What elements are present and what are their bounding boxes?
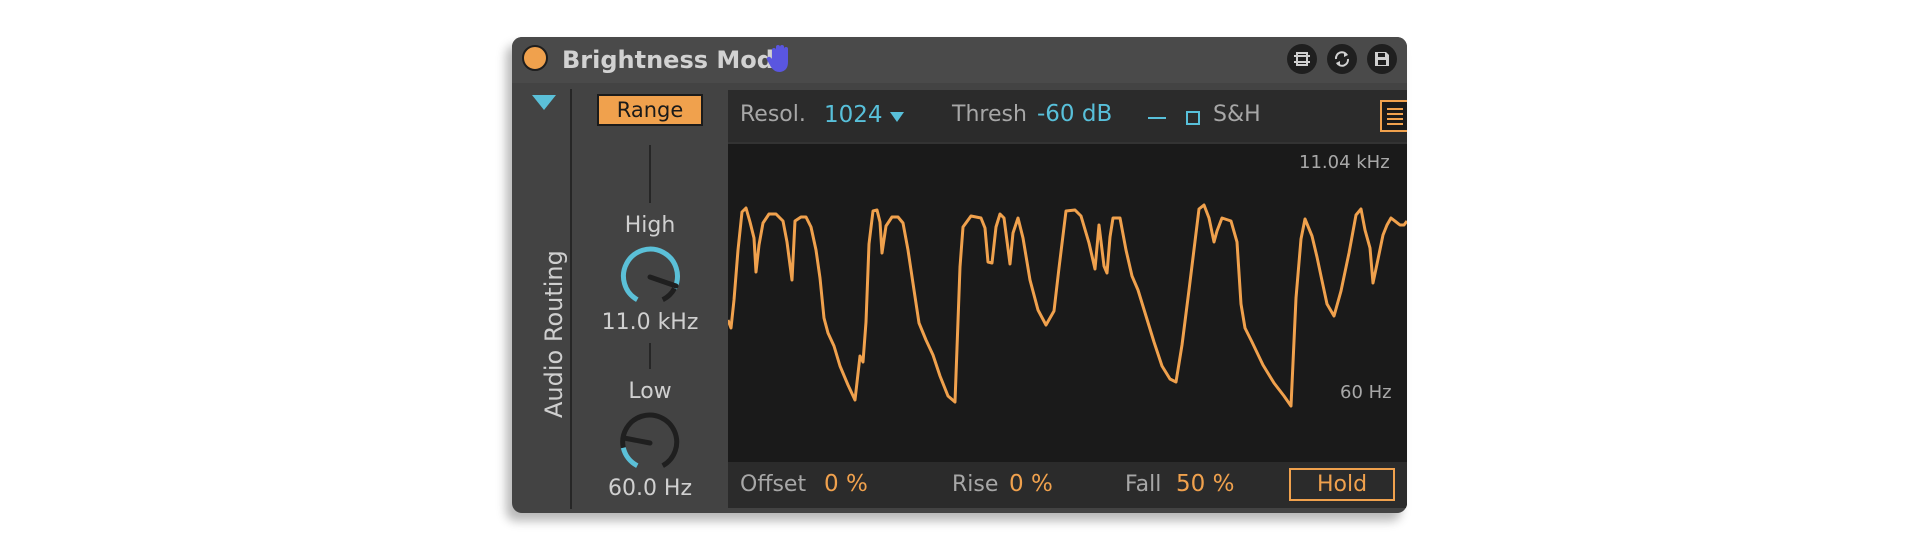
- low-frequency-knob[interactable]: [615, 408, 685, 478]
- hot-swap-button[interactable]: [1287, 44, 1317, 74]
- collapse-arrow-icon[interactable]: [532, 95, 556, 110]
- range-connector-top: [649, 145, 651, 203]
- resolution-dropdown[interactable]: 1024: [824, 102, 883, 128]
- hand-icon[interactable]: [765, 43, 795, 75]
- fall-value[interactable]: 50 %: [1176, 471, 1234, 497]
- display-menu-button[interactable]: [1380, 100, 1407, 132]
- brightness-mod-device: Brightness Mod Audio Routing Range High …: [512, 37, 1407, 513]
- offset-label: Offset: [740, 472, 807, 497]
- rise-label: Rise: [952, 472, 999, 497]
- resolution-label: Resol.: [740, 102, 806, 127]
- chevron-down-icon[interactable]: [890, 112, 904, 122]
- hold-button[interactable]: Hold: [1289, 468, 1395, 501]
- low-knob-label: Low: [628, 379, 672, 404]
- device-title: Brightness Mod: [562, 46, 774, 74]
- plot-max-label: 11.04 kHz: [1299, 152, 1390, 173]
- device-titlebar: Brightness Mod: [512, 37, 1407, 83]
- display-bottom-bar: Offset 0 % Rise 0 % Fall 50 % Hold: [728, 462, 1407, 508]
- plot-min-label: 60 Hz: [1340, 382, 1392, 403]
- rise-value[interactable]: 0 %: [1009, 471, 1053, 497]
- refresh-button[interactable]: [1327, 44, 1357, 74]
- spectrum-display: Resol. 1024 Thresh -60 dB S&H 11.04 kHz …: [728, 90, 1407, 508]
- range-connector-bottom: [649, 343, 651, 369]
- display-toolbar: Resol. 1024 Thresh -60 dB S&H: [728, 90, 1407, 142]
- threshold-label: Thresh: [952, 102, 1027, 127]
- refresh-icon: [1334, 51, 1350, 67]
- save-button[interactable]: [1367, 44, 1397, 74]
- sample-hold-label: S&H: [1213, 102, 1261, 127]
- high-knob-label: High: [624, 213, 676, 238]
- fall-label: Fall: [1125, 472, 1162, 497]
- high-frequency-knob[interactable]: [615, 242, 685, 312]
- device-power-button[interactable]: [522, 45, 548, 71]
- offset-value[interactable]: 0 %: [824, 471, 868, 497]
- low-knob-value: 60.0 Hz: [607, 476, 693, 501]
- brightness-plot: [728, 142, 1407, 462]
- range-button[interactable]: Range: [597, 94, 703, 126]
- threshold-value[interactable]: -60 dB: [1037, 101, 1112, 127]
- brightness-curve: [728, 203, 1407, 408]
- save-icon: [1375, 52, 1389, 66]
- audio-routing-label[interactable]: Audio Routing: [540, 250, 568, 418]
- sidebar-divider: [570, 89, 572, 509]
- sample-hold-checkbox[interactable]: [1186, 111, 1200, 125]
- plot-top-border: [728, 142, 1407, 144]
- threshold-dash: [1148, 117, 1166, 119]
- high-knob-value: 11.0 kHz: [601, 310, 699, 335]
- hot-swap-icon: [1294, 52, 1310, 66]
